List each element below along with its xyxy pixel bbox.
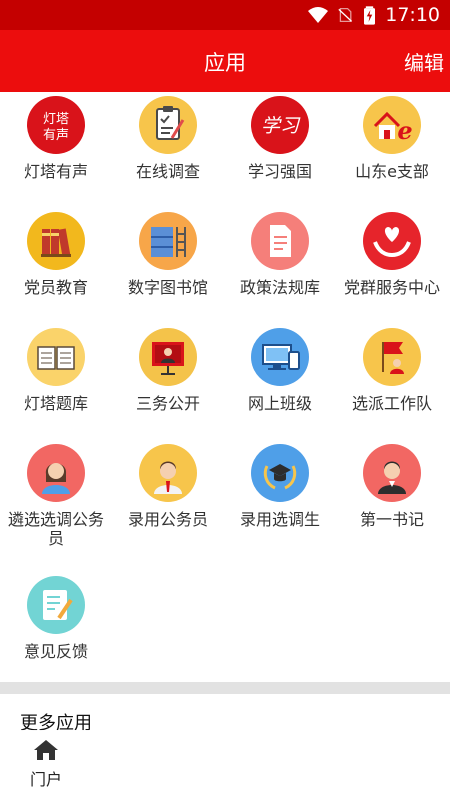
app-dispatched-team[interactable]: 选派工作队 bbox=[336, 328, 448, 413]
app-label: 录用选调生 bbox=[239, 510, 320, 529]
computer-devices-icon bbox=[251, 328, 309, 386]
bookshelf-ladder-icon bbox=[139, 212, 197, 270]
tab-portal-label: 门户 bbox=[29, 770, 62, 789]
page-title: 应用 bbox=[204, 51, 246, 75]
app-digital-library[interactable]: 数字图书馆 bbox=[112, 212, 224, 297]
app-dengta-voice[interactable]: 灯塔 有声 灯塔有声 bbox=[0, 96, 112, 181]
app-online-class[interactable]: 网上班级 bbox=[224, 328, 336, 413]
app-first-secretary[interactable]: 第一书记 bbox=[336, 444, 448, 529]
svg-text:e: e bbox=[397, 116, 412, 145]
app-label: 录用公务员 bbox=[127, 510, 208, 529]
open-book-icon bbox=[27, 328, 85, 386]
books-icon bbox=[27, 212, 85, 270]
app-label: 学习强国 bbox=[247, 162, 312, 181]
app-dengta-question-bank[interactable]: 灯塔题库 bbox=[0, 328, 112, 413]
xuexi-qiangguo-icon: 学习 bbox=[251, 96, 309, 154]
app-header: 应用 编辑 bbox=[0, 30, 450, 92]
app-label: 数字图书馆 bbox=[127, 278, 208, 297]
female-avatar-icon bbox=[27, 444, 85, 502]
app-party-service-center[interactable]: 党群服务中心 bbox=[336, 212, 448, 297]
app-xuexi-qiangguo[interactable]: 学习 学习强国 bbox=[224, 96, 336, 181]
app-label: 山东e支部 bbox=[355, 162, 429, 181]
dengta-voice-icon: 灯塔 有声 bbox=[27, 96, 85, 154]
app-label: 灯塔题库 bbox=[23, 394, 88, 413]
svg-text:灯塔: 灯塔 bbox=[43, 112, 69, 127]
presentation-board-icon bbox=[139, 328, 197, 386]
app-label: 在线调查 bbox=[135, 162, 200, 181]
suit-avatar-icon bbox=[363, 444, 421, 502]
app-label: 选派工作队 bbox=[351, 394, 432, 413]
feedback-note-icon bbox=[27, 576, 85, 634]
house-e-icon: e bbox=[363, 96, 421, 154]
app-party-education[interactable]: 党员教育 bbox=[0, 212, 112, 297]
app-civil-servant-selection[interactable]: 遴选选调公务员 bbox=[0, 444, 112, 548]
app-label: 党群服务中心 bbox=[343, 278, 440, 297]
no-sim-icon bbox=[338, 7, 353, 23]
male-avatar-icon bbox=[139, 444, 197, 502]
app-label: 遴选选调公务员 bbox=[7, 510, 104, 548]
status-bar: 17:10 bbox=[0, 0, 450, 30]
battery-charging-icon bbox=[364, 5, 376, 25]
app-label: 党员教育 bbox=[23, 278, 88, 297]
svg-text:学习: 学习 bbox=[261, 115, 301, 137]
document-icon bbox=[251, 212, 309, 270]
tab-portal[interactable]: 门户 bbox=[24, 738, 68, 790]
flag-person-icon bbox=[363, 328, 421, 386]
app-label: 灯塔有声 bbox=[23, 162, 88, 181]
home-icon bbox=[34, 740, 58, 760]
app-label: 意见反馈 bbox=[23, 642, 88, 661]
heart-hands-icon bbox=[363, 212, 421, 270]
app-feedback[interactable]: 意见反馈 bbox=[0, 576, 112, 661]
app-label: 三务公开 bbox=[135, 394, 200, 413]
app-recruit-civil-servant[interactable]: 录用公务员 bbox=[112, 444, 224, 529]
app-label: 第一书记 bbox=[359, 510, 424, 529]
wifi-icon bbox=[308, 7, 329, 23]
section-divider bbox=[0, 682, 450, 694]
survey-clipboard-icon bbox=[139, 96, 197, 154]
app-shandong-e-branch[interactable]: e 山东e支部 bbox=[336, 96, 448, 181]
app-label: 政策法规库 bbox=[239, 278, 320, 297]
app-three-affairs-public[interactable]: 三务公开 bbox=[112, 328, 224, 413]
edit-button[interactable]: 编辑 bbox=[404, 47, 444, 76]
app-recruit-selected-graduates[interactable]: 录用选调生 bbox=[224, 444, 336, 529]
app-label: 网上班级 bbox=[247, 394, 312, 413]
app-policy-regulations[interactable]: 政策法规库 bbox=[224, 212, 336, 297]
graduation-laurel-icon bbox=[251, 444, 309, 502]
svg-text:有声: 有声 bbox=[43, 128, 69, 143]
app-online-survey[interactable]: 在线调查 bbox=[112, 96, 224, 181]
status-time: 17:10 bbox=[385, 4, 440, 26]
